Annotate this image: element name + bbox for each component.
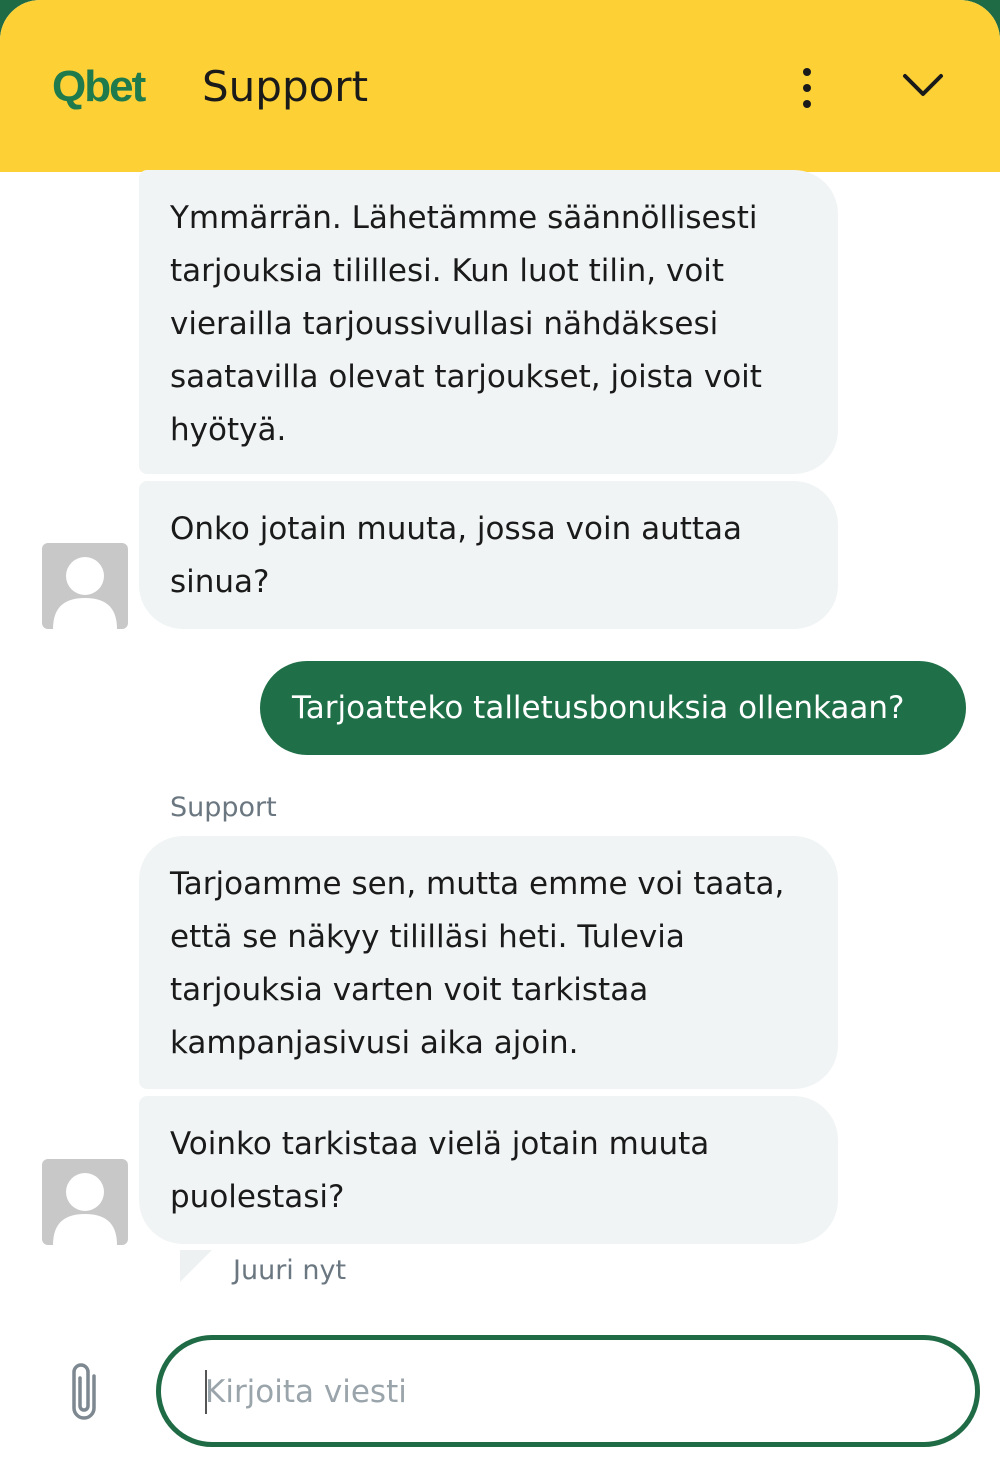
user-silhouette-icon [53, 557, 117, 629]
chat-title: Support [202, 62, 369, 111]
message-timestamp: Juuri nyt [233, 1255, 347, 1286]
user-message: Tarjoatteko talletusbonuksia ollenkaan? [260, 661, 966, 755]
chat-header: Qbet Support [0, 0, 1000, 172]
user-silhouette-icon [53, 1173, 117, 1245]
agent-avatar [42, 1159, 128, 1245]
paperclip-icon [72, 1363, 96, 1420]
agent-message: Tarjoamme sen, mutta emme voi taata, ett… [139, 836, 838, 1089]
brand-logo: Qbet [52, 62, 146, 111]
minimize-chat-button[interactable] [896, 66, 950, 106]
agent-message: Voinko tarkistaa vielä jotain muuta puol… [139, 1096, 838, 1244]
message-tail [180, 1250, 212, 1282]
message-input-wrapper [156, 1335, 980, 1447]
attach-file-button[interactable] [64, 1358, 104, 1426]
message-input[interactable] [203, 1362, 947, 1422]
sender-name: Support [170, 792, 277, 823]
more-options-button[interactable] [790, 64, 824, 112]
agent-message: Onko jotain muuta, jossa voin auttaa sin… [139, 481, 838, 629]
agent-message: Ymmärrän. Lähetämme säännöllisesti tarjo… [139, 170, 838, 474]
chat-widget: Qbet Support Ymmärrän. Lähetämme säännöl… [0, 0, 1000, 1471]
chevron-down-icon [903, 74, 943, 96]
agent-avatar [42, 543, 128, 629]
